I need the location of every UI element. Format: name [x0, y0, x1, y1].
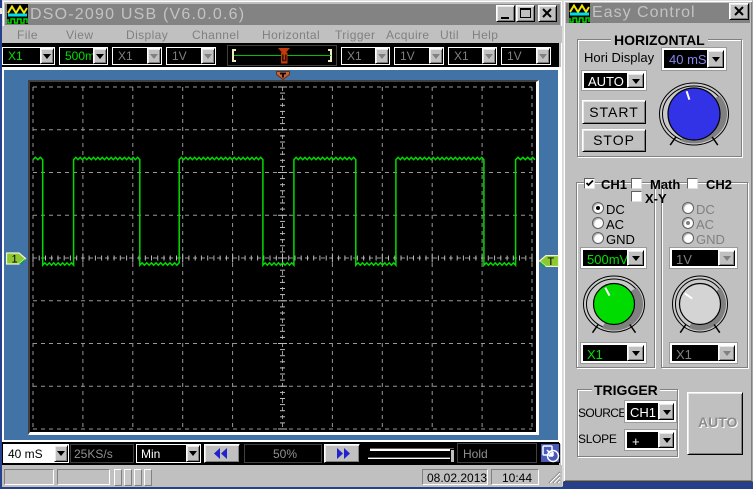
svg-text:1: 1	[12, 254, 18, 266]
svg-text:T: T	[548, 256, 555, 267]
